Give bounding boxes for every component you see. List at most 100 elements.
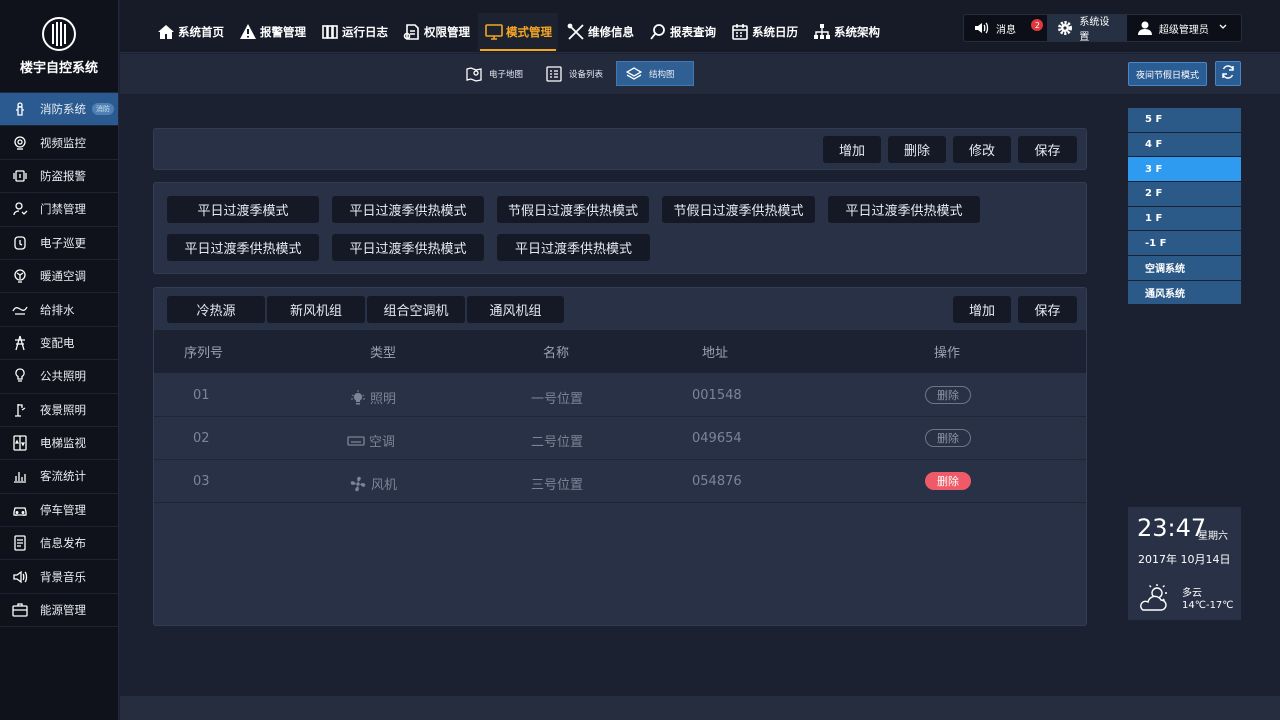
sidebar-item-energy[interactable]: 能源管理 xyxy=(0,594,118,628)
menu-item-reports[interactable]: 报表查询 xyxy=(642,13,722,51)
menu-item-calendar[interactable]: 系统日历 xyxy=(724,13,804,51)
floor-item[interactable]: 1 F xyxy=(1128,206,1241,231)
cell-name: 三号位置 xyxy=(531,478,584,493)
patrol-icon xyxy=(12,235,28,251)
tab-map[interactable]: 电子地图 xyxy=(456,61,536,86)
air-conditioner-icon xyxy=(347,433,365,449)
footer-bar xyxy=(120,696,1280,720)
floor-item[interactable]: 4 F xyxy=(1128,132,1241,157)
mode-button[interactable]: 平日过渡季模式 xyxy=(167,196,319,223)
tab-fresh-air-unit[interactable]: 新风机组 xyxy=(267,296,365,323)
sidebar-item-traffic[interactable]: 客流统计 xyxy=(0,460,118,494)
menu-item-modes[interactable]: 模式管理 xyxy=(478,13,558,51)
cell-serial: 03 xyxy=(193,474,210,489)
menu-item-permissions[interactable]: 权限管理 xyxy=(396,13,476,51)
menu-item-label: 系统日历 xyxy=(752,25,798,39)
floor-item[interactable]: 5 F xyxy=(1128,108,1241,132)
tab-device-list[interactable]: 设备列表 xyxy=(536,61,616,86)
mode-button[interactable]: 平日过渡季供热模式 xyxy=(167,234,319,261)
floor-item[interactable]: 3 F xyxy=(1128,157,1241,181)
cell-address: 054876 xyxy=(692,474,742,489)
user-name: 超级管理员 xyxy=(1158,24,1209,36)
settings-button[interactable]: 系统设置 xyxy=(1047,15,1127,41)
night-light-icon xyxy=(12,402,28,418)
add-button[interactable]: 增加 xyxy=(823,136,881,163)
calendar-icon xyxy=(730,22,750,42)
row-delete-button[interactable]: 删除 xyxy=(925,386,971,404)
sidebar-item-music[interactable]: 背景音乐 xyxy=(0,560,118,594)
mode-button[interactable]: 平日过渡季供热模式 xyxy=(497,234,650,261)
menu-item-label: 系统架构 xyxy=(834,25,880,39)
mode-button[interactable]: 平日过渡季供热模式 xyxy=(332,234,484,261)
sidebar-item-label: 变配电 xyxy=(40,335,75,350)
refresh-button[interactable] xyxy=(1215,61,1241,86)
app-logo: 楼宇自控系统 xyxy=(0,0,118,93)
floor-item[interactable]: 2 F xyxy=(1128,182,1241,206)
edit-button[interactable]: 修改 xyxy=(953,136,1011,163)
column-header-type: 类型 xyxy=(370,346,397,361)
device-add-button[interactable]: 增加 xyxy=(953,296,1011,323)
tab-label: 电子地图 xyxy=(489,69,524,80)
menu-item-maintenance[interactable]: 维修信息 xyxy=(560,13,640,51)
mode-button[interactable]: 平日过渡季供热模式 xyxy=(828,196,980,223)
user-menu[interactable]: 超级管理员 xyxy=(1127,15,1241,41)
menu-item-label: 系统首页 xyxy=(178,25,224,39)
cell-type: 风机 xyxy=(349,474,397,493)
sidebar-item-hvac[interactable]: 暖通空调 xyxy=(0,260,118,294)
sidebar-item-fire[interactable]: 消防系统 消防 xyxy=(0,93,118,127)
column-header-serial: 序列号 xyxy=(184,346,224,361)
menu-item-label: 维修信息 xyxy=(588,25,634,39)
sidebar-item-label: 暖通空调 xyxy=(40,269,86,284)
tab-ventilation-unit[interactable]: 通风机组 xyxy=(467,296,564,323)
menu-item-alarms[interactable]: 报警管理 xyxy=(232,13,312,51)
cell-type: 空调 xyxy=(347,431,395,450)
sidebar-item-power[interactable]: 变配电 xyxy=(0,327,118,361)
sidebar-item-label: 客流统计 xyxy=(40,469,86,484)
cell-type-label: 照明 xyxy=(370,392,397,407)
sidebar-item-access[interactable]: 门禁管理 xyxy=(0,193,118,227)
messages-label: 消息 xyxy=(996,24,1016,36)
menu-item-label: 权限管理 xyxy=(424,25,470,39)
messages-button[interactable]: 消息 2 xyxy=(964,15,1047,41)
device-save-button[interactable]: 保存 xyxy=(1018,296,1077,323)
floor-item[interactable]: -1 F xyxy=(1128,231,1241,255)
sidebar-item-label: 能源管理 xyxy=(40,603,86,618)
sidebar-item-alarm[interactable]: 防盗报警 xyxy=(0,160,118,194)
sidebar-item-lighting[interactable]: 公共照明 xyxy=(0,360,118,394)
menu-item-label: 报警管理 xyxy=(260,25,306,39)
save-button[interactable]: 保存 xyxy=(1018,136,1077,163)
menu-item-architecture[interactable]: 系统架构 xyxy=(806,13,886,51)
gear-icon xyxy=(1057,20,1073,36)
mode-button[interactable]: 平日过渡季供热模式 xyxy=(332,196,484,223)
menu-item-logs[interactable]: 运行日志 xyxy=(314,13,394,51)
tab-combined-ac-unit[interactable]: 组合空调机 xyxy=(367,296,465,323)
sidebar-item-parking[interactable]: 停车管理 xyxy=(0,494,118,528)
cell-address: 049654 xyxy=(692,431,742,446)
partly-cloudy-icon xyxy=(1137,583,1173,617)
menu-item-home[interactable]: 系统首页 xyxy=(150,13,230,51)
monitor-icon xyxy=(484,22,504,42)
mode-button[interactable]: 节假日过渡季供热模式 xyxy=(497,196,649,223)
sidebar-item-label: 电子巡更 xyxy=(40,235,86,250)
sidebar-item-label: 停车管理 xyxy=(40,502,86,517)
sidebar-item-info[interactable]: 信息发布 xyxy=(0,527,118,561)
sidebar-item-night-lighting[interactable]: 夜景照明 xyxy=(0,394,118,427)
row-delete-button[interactable]: 删除 xyxy=(925,429,971,447)
cell-type-label: 风机 xyxy=(371,478,398,493)
delete-button[interactable]: 删除 xyxy=(888,136,946,163)
car-icon xyxy=(12,502,28,518)
tab-structure[interactable]: 结构图 xyxy=(616,61,695,86)
sidebar-item-water[interactable]: 给排水 xyxy=(0,293,118,327)
chevron-down-icon xyxy=(1219,23,1227,34)
floor-item[interactable]: 通风系统 xyxy=(1128,280,1241,305)
row-delete-button[interactable]: 删除 xyxy=(925,472,971,490)
night-holiday-mode-button[interactable]: 夜间节假日模式 xyxy=(1128,62,1208,86)
floor-item[interactable]: 空调系统 xyxy=(1128,256,1241,280)
bulb-icon xyxy=(12,368,28,384)
sidebar-item-elevator[interactable]: 电梯监视 xyxy=(0,427,118,461)
alarm-icon xyxy=(12,168,28,184)
sidebar-item-video[interactable]: 视频监控 xyxy=(0,126,118,160)
sidebar-item-patrol[interactable]: 电子巡更 xyxy=(0,227,118,260)
mode-button[interactable]: 节假日过渡季供热模式 xyxy=(662,196,815,223)
tab-cold-heat-source[interactable]: 冷热源 xyxy=(167,296,265,323)
